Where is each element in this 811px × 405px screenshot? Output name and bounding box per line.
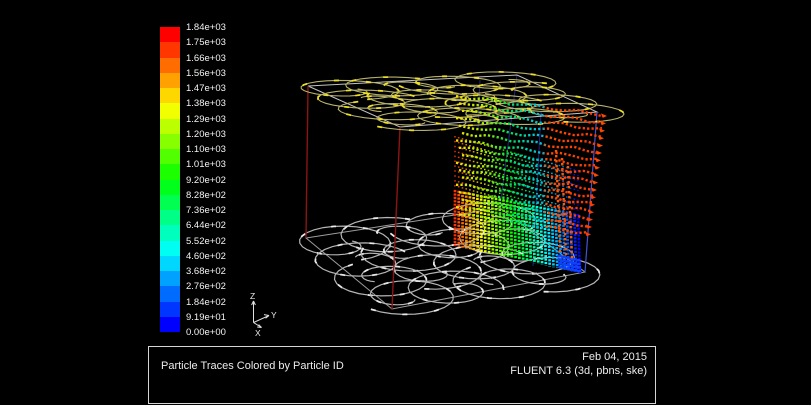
colorbar-tick-label: 4.60e+02 xyxy=(186,251,226,262)
colorbar-tick-label: 1.01e+03 xyxy=(186,159,226,170)
colorbar-band xyxy=(160,210,180,225)
colorbar-tick-label: 8.28e+02 xyxy=(186,190,226,201)
colorbar-tick-label: 7.36e+02 xyxy=(186,205,226,216)
axis-triad: Z Y X xyxy=(250,291,277,338)
colorbar-tick-label: 1.56e+03 xyxy=(186,68,226,79)
caption-title: Particle Traces Colored by Particle ID xyxy=(161,360,344,372)
colorbar-tick-label: 1.29e+03 xyxy=(186,114,226,125)
colorbar-band xyxy=(160,225,180,240)
colorbar-tick-label: 0.00e+00 xyxy=(186,327,226,338)
colorbar-tick-label: 1.10e+03 xyxy=(186,144,226,155)
bottom-face-spirals xyxy=(300,203,600,314)
colorbar-tick-label: 3.68e+02 xyxy=(186,266,226,277)
top-face-spirals xyxy=(301,72,624,130)
z-axis-label: Z xyxy=(250,291,255,301)
colorbar-band xyxy=(160,271,180,286)
colorbar-band xyxy=(160,58,180,73)
colorbar-tick-label: 1.38e+03 xyxy=(186,98,226,109)
colorbar xyxy=(160,27,180,332)
colorbar-band xyxy=(160,73,180,88)
colorbar-band xyxy=(160,149,180,164)
caption-box: Particle Traces Colored by Particle ID F… xyxy=(148,346,656,404)
colorbar-tick-label: 6.44e+02 xyxy=(186,220,226,231)
colorbar-band xyxy=(160,88,180,103)
colorbar-tick-label: 1.20e+03 xyxy=(186,129,226,140)
y-axis-label: Y xyxy=(271,310,277,320)
colorbar-tick-label: 1.84e+03 xyxy=(186,22,226,33)
colorbar-tick-label: 9.19e+01 xyxy=(186,312,226,323)
colorbar-tick-label: 1.47e+03 xyxy=(186,83,226,94)
colorbar-band xyxy=(160,180,180,195)
colorbar-band xyxy=(160,286,180,301)
fluent-graphics-window: Z Y X 1.84e+03 1.75e+03 1.66e+03 1.56e+03 1.… xyxy=(0,0,811,405)
colorbar-band xyxy=(160,119,180,134)
caption-date: Feb 04, 2015 xyxy=(510,350,647,364)
colorbar-band xyxy=(160,164,180,179)
colorbar-band xyxy=(160,195,180,210)
colorbar-tick-label: 2.76e+02 xyxy=(186,281,226,292)
colorbar-band xyxy=(160,241,180,256)
colorbar-tick-label: 9.20e+02 xyxy=(186,175,226,186)
y-axis-line xyxy=(254,316,270,323)
x-axis-label: X xyxy=(255,328,261,338)
particle-traces-3d-view[interactable]: Z Y X xyxy=(0,0,811,405)
caption-solver: FLUENT 6.3 (3d, pbns, ske) xyxy=(510,364,647,378)
colorbar-band xyxy=(160,42,180,57)
colorbar-band xyxy=(160,27,180,42)
colorbar-band xyxy=(160,317,180,332)
particle-curtain xyxy=(455,136,580,273)
colorbar-band xyxy=(160,134,180,149)
colorbar-tick-label: 1.66e+03 xyxy=(186,53,226,64)
colorbar-band xyxy=(160,256,180,271)
colorbar-tick-label: 5.52e+02 xyxy=(186,236,226,247)
colorbar-band xyxy=(160,302,180,317)
colorbar-band xyxy=(160,103,180,118)
colorbar-tick-label: 1.84e+02 xyxy=(186,297,226,308)
colorbar-tick-label: 1.75e+03 xyxy=(186,37,226,48)
